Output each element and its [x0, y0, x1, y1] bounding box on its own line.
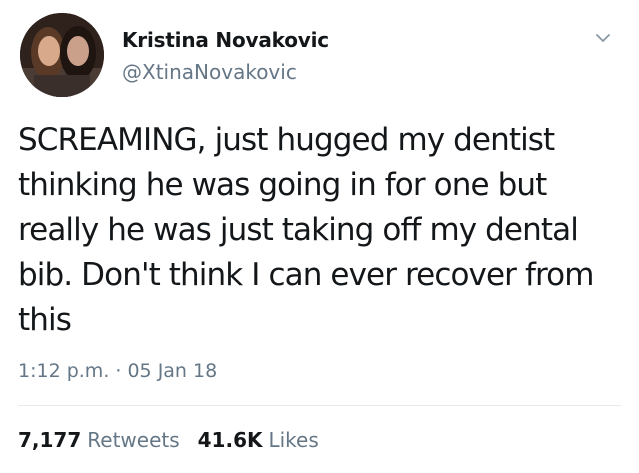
likes-stat[interactable]: 41.6K Likes — [198, 428, 319, 452]
retweets-label: Retweets — [87, 428, 180, 452]
likes-count: 41.6K — [197, 428, 263, 452]
tweet-text: SCREAMING, just hugged my dentist thinki… — [18, 122, 594, 338]
avatar-photo — [20, 13, 104, 97]
tweet-stats: 7,177 Retweets 41.6K Likes — [18, 428, 337, 452]
tweet-card: Kristina Novakovic @XtinaNovakovic SCREA… — [0, 0, 639, 473]
divider — [18, 405, 621, 406]
chevron-down-icon[interactable] — [592, 28, 614, 48]
author-handle[interactable]: @XtinaNovakovic — [122, 60, 297, 84]
retweets-count: 7,177 — [18, 428, 82, 452]
likes-label: Likes — [268, 428, 319, 452]
retweets-stat[interactable]: 7,177 Retweets — [18, 428, 180, 452]
tweet-timestamp[interactable]: 1:12 p.m. · 05 Jan 18 — [18, 360, 217, 382]
author-display-name[interactable]: Kristina Novakovic — [122, 28, 329, 52]
avatar[interactable] — [20, 13, 104, 97]
